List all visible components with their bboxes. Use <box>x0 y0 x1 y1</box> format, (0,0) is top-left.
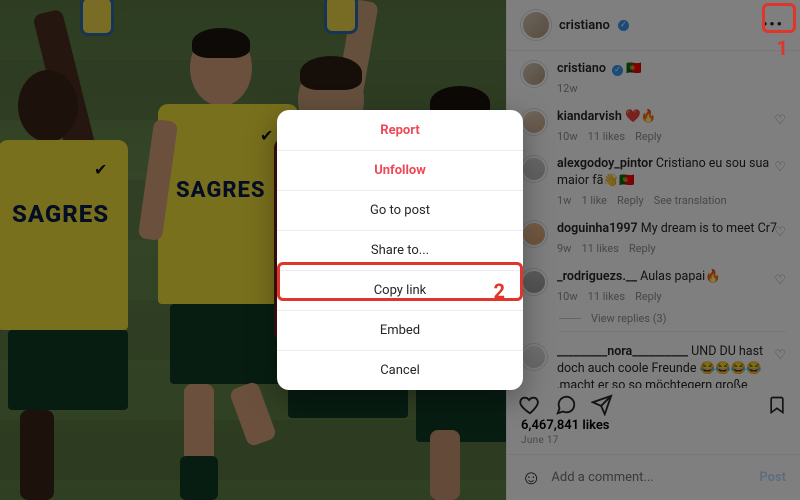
modal-report[interactable]: Report <box>277 110 523 150</box>
modal-copy-link[interactable]: Copy link 2 <box>277 270 523 310</box>
modal-go-to-post[interactable]: Go to post <box>277 190 523 230</box>
modal-unfollow[interactable]: Unfollow <box>277 150 523 190</box>
annotation-step-1: 1 <box>777 36 788 60</box>
modal-embed[interactable]: Embed <box>277 310 523 350</box>
modal-copy-link-label: Copy link <box>374 283 427 298</box>
modal-overlay[interactable]: Report Unfollow Go to post Share to... C… <box>0 0 800 500</box>
options-modal: Report Unfollow Go to post Share to... C… <box>277 110 523 390</box>
annotation-step-2: 2 <box>494 279 505 303</box>
modal-cancel[interactable]: Cancel <box>277 350 523 390</box>
modal-share-to[interactable]: Share to... <box>277 230 523 270</box>
